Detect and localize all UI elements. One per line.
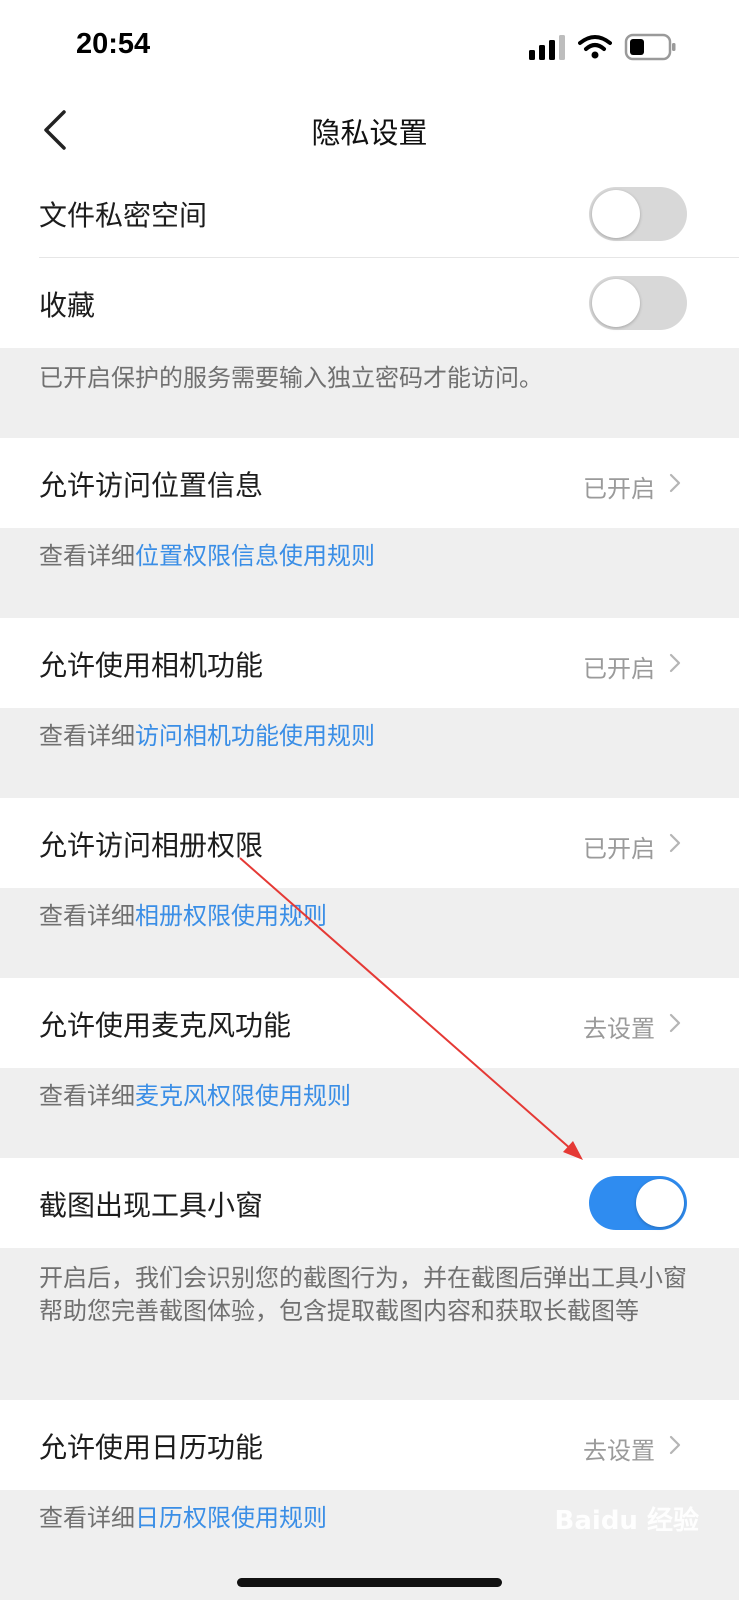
watermark-logo: Baidu 经验	[554, 1506, 699, 1536]
annotation-arrow	[239, 857, 583, 1160]
home-indicator	[237, 1578, 502, 1587]
